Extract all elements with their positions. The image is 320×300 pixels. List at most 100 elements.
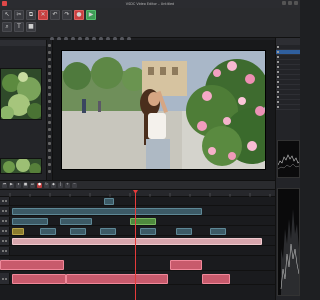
ruler-ticks	[9, 193, 271, 197]
loop-icon[interactable]: ↻	[44, 182, 49, 188]
properties-header	[276, 38, 300, 45]
resources-panel-header	[0, 40, 46, 46]
strip-tool-icon[interactable]	[48, 142, 51, 145]
timeline-clip[interactable]	[176, 228, 192, 235]
zoom-out-icon[interactable]: −	[72, 182, 77, 188]
audio-clip[interactable]	[202, 274, 230, 284]
cursor-icon[interactable]: ↖	[2, 10, 12, 20]
timeline-clip[interactable]	[130, 218, 156, 225]
strip-tool-icon[interactable]	[48, 58, 51, 61]
track-header[interactable]	[0, 197, 10, 205]
stop-icon[interactable]: ■	[23, 182, 28, 188]
track-header[interactable]	[0, 217, 10, 225]
timeline-track[interactable]	[0, 237, 275, 246]
timeline-clip[interactable]	[12, 238, 262, 245]
minimize-button[interactable]	[282, 1, 286, 5]
timeline-track[interactable]	[0, 217, 275, 226]
zoom-in-icon[interactable]: +	[65, 182, 70, 188]
audio-clip[interactable]	[0, 260, 64, 270]
audio-track[interactable]	[0, 259, 275, 271]
cut-icon[interactable]: ✂	[14, 10, 24, 20]
strip-tool-icon[interactable]	[48, 163, 51, 166]
timeline-track[interactable]	[0, 207, 275, 216]
toolbar-group-edit: ↖ ✂ ⧉ ✕	[2, 10, 48, 20]
audio-clip[interactable]	[66, 274, 168, 284]
preview-window	[53, 40, 275, 180]
waveform-graph	[278, 141, 299, 177]
strip-tool-icon[interactable]	[48, 100, 51, 103]
copy-icon[interactable]: ⧉	[26, 10, 36, 20]
delete-icon[interactable]: ✕	[38, 10, 48, 20]
strip-tool-icon[interactable]	[48, 65, 51, 68]
shape-icon[interactable]: ■	[26, 22, 36, 32]
close-button[interactable]	[294, 1, 298, 5]
track-header[interactable]	[0, 227, 10, 235]
timeline-clip[interactable]	[12, 228, 24, 235]
strip-tool-icon[interactable]	[48, 44, 51, 47]
split-icon[interactable]: ⎮	[58, 182, 63, 188]
strip-tool-icon[interactable]	[48, 135, 51, 138]
strip-tool-icon[interactable]	[48, 93, 51, 96]
timeline-clip[interactable]	[104, 198, 114, 205]
media-thumbnail[interactable]	[0, 68, 42, 120]
strip-tool-icon[interactable]	[48, 170, 51, 173]
strip-tool-icon[interactable]	[48, 107, 51, 110]
text-icon[interactable]: T	[14, 22, 24, 32]
timeline-clip[interactable]	[100, 228, 116, 235]
preview-image	[62, 51, 265, 169]
record-icon[interactable]: ●	[37, 182, 42, 188]
audio-track[interactable]	[0, 273, 275, 285]
thumbnail-image	[1, 159, 41, 173]
timeline-track[interactable]	[0, 247, 275, 256]
timeline-clip[interactable]	[12, 218, 48, 225]
track-header[interactable]	[0, 273, 10, 284]
main-toolbar: ↖ ✂ ⧉ ✕ ↶ ↷ ● ▶ ⌕ T ■	[0, 8, 300, 41]
timeline-clip[interactable]	[12, 208, 202, 215]
skip-forward-icon[interactable]: ⏭	[30, 182, 35, 188]
strip-tool-icon[interactable]	[48, 79, 51, 82]
export-icon[interactable]: ▶	[86, 10, 96, 20]
track-header[interactable]	[0, 207, 10, 215]
audio-clip[interactable]	[170, 260, 202, 270]
redo-icon[interactable]: ↷	[62, 10, 72, 20]
track-header[interactable]	[0, 247, 10, 255]
timeline-ruler[interactable]	[0, 190, 275, 197]
audio-clip[interactable]	[12, 274, 66, 284]
strip-tool-icon[interactable]	[48, 72, 51, 75]
window-controls	[282, 1, 298, 5]
strip-tool-icon[interactable]	[48, 156, 51, 159]
undo-icon[interactable]: ↶	[50, 10, 60, 20]
toolbar-group-objects: ↶ ↷ ● ▶	[50, 10, 96, 20]
timeline-track[interactable]	[0, 227, 275, 236]
timeline-clip[interactable]	[40, 228, 56, 235]
playhead[interactable]	[135, 190, 136, 300]
timeline-clip[interactable]	[210, 228, 226, 235]
timeline-clip[interactable]	[140, 228, 156, 235]
timeline-clip[interactable]	[70, 228, 86, 235]
timeline	[0, 197, 275, 300]
zoom-icon[interactable]: ⌕	[2, 22, 12, 32]
strip-tool-icon[interactable]	[48, 149, 51, 152]
strip-tool-icon[interactable]	[48, 114, 51, 117]
timeline-clip[interactable]	[60, 218, 92, 225]
transport-bar: ⏮ ▶ ⏸ ■ ⏭ ● ↻ ◆ ⎮ + −	[0, 180, 275, 190]
skip-back-icon[interactable]: ⏮	[2, 182, 7, 188]
property-row[interactable]	[276, 105, 300, 110]
marker-icon[interactable]: ◆	[51, 182, 56, 188]
strip-tool-icon[interactable]	[48, 86, 51, 89]
vectorscope	[277, 188, 300, 296]
maximize-button[interactable]	[288, 1, 292, 5]
video-preview[interactable]	[61, 50, 266, 170]
pause-icon[interactable]: ⏸	[16, 182, 21, 188]
properties-panel	[275, 38, 300, 300]
play-icon[interactable]: ▶	[9, 182, 14, 188]
timeline-track[interactable]	[0, 197, 275, 206]
app-icon	[2, 1, 7, 6]
strip-tool-icon[interactable]	[48, 128, 51, 131]
strip-tool-icon[interactable]	[48, 51, 51, 54]
track-header[interactable]	[0, 237, 10, 245]
title-bar: VSDC Video Editor – Untitled	[0, 0, 300, 8]
media-thumbnail[interactable]	[0, 158, 42, 174]
record-icon[interactable]: ●	[74, 10, 84, 20]
strip-tool-icon[interactable]	[48, 121, 51, 124]
